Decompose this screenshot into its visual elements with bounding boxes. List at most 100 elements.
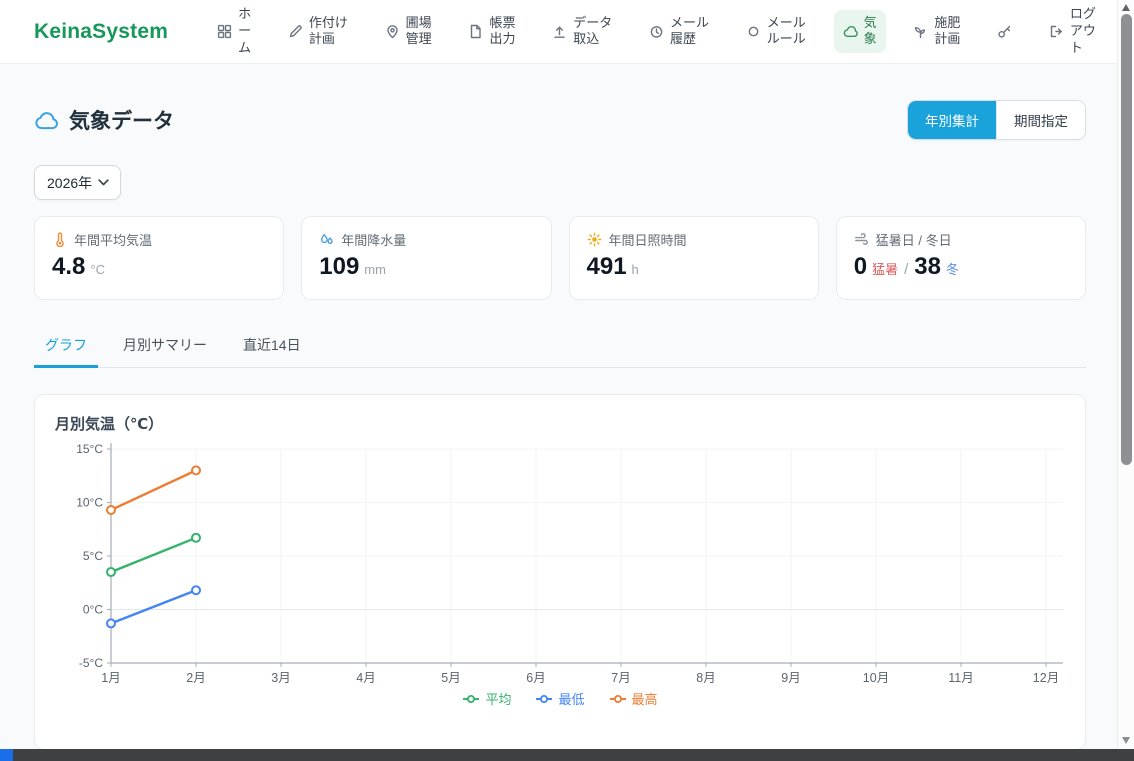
legend-item[interactable]: 最低: [535, 689, 584, 708]
nav-item-label: メール ルール: [767, 15, 806, 49]
view-toggle: 年別集計期間指定: [907, 100, 1086, 140]
svg-text:3月: 3月: [271, 671, 290, 685]
stat-card-rainfall: 年間降水量 109mm: [301, 216, 551, 300]
svg-text:6月: 6月: [526, 671, 545, 685]
scroll-up-arrow[interactable]: [1122, 4, 1130, 11]
droplets-icon: [319, 232, 334, 247]
stat-card-sunshine: 年間日照時間 491h: [569, 216, 819, 300]
chart-title: 月別気温（℃）: [55, 413, 1065, 434]
upload-icon: [552, 24, 567, 39]
history-icon: [649, 24, 664, 39]
svg-text:4月: 4月: [356, 671, 375, 685]
upload-icon: [552, 24, 567, 39]
stat-card-label: 年間降水量: [319, 230, 533, 249]
page-header-row: 気象データ 年別集計期間指定: [34, 100, 1086, 140]
app-logo[interactable]: KeinaSystem: [34, 20, 168, 44]
circle-icon: [746, 24, 761, 39]
chevron-down-icon: [98, 179, 109, 186]
logout-icon: [1049, 24, 1064, 39]
nav-item-report-output[interactable]: 帳票 出力: [459, 10, 524, 54]
legend-marker-icon: [535, 694, 553, 704]
map-pin-icon: [385, 24, 400, 39]
map-pin-icon: [385, 24, 400, 39]
main-content: 気象データ 年別集計期間指定 2026年 年間平均気温 4.8°C 年間降水量 109…: [0, 64, 1117, 749]
nav-item-field-management[interactable]: 圃場 管理: [376, 10, 441, 54]
nav-item-label: メール 履歴: [670, 15, 709, 49]
scroll-down-arrow[interactable]: [1122, 737, 1130, 744]
legend-item[interactable]: 平均: [462, 689, 511, 708]
nav-item-label: 気 象: [864, 15, 877, 49]
year-select[interactable]: 2026年: [34, 165, 121, 200]
stat-card-value: 491h: [587, 253, 801, 281]
file-icon: [468, 24, 483, 39]
view-toggle-button-0[interactable]: 年別集計: [908, 101, 996, 139]
wind-icon: [854, 232, 869, 247]
cloud-icon: [34, 111, 59, 130]
nav-item-label: データ 取込: [573, 15, 612, 49]
bottom-bar: [0, 749, 1134, 761]
nav-item-label: 作付け 計画: [309, 15, 348, 49]
stat-card-label: 年間平均気温: [52, 230, 266, 249]
file-icon: [468, 24, 483, 39]
chart-legend: 平均 最低 最高: [55, 689, 1065, 708]
nav-item-planting-plan[interactable]: 作付け 計画: [279, 10, 357, 54]
logout-icon: [1049, 24, 1064, 39]
tab-bar: グラフ月別サマリー直近14日: [34, 326, 1086, 368]
nav-item-data-import[interactable]: データ 取込: [543, 10, 621, 54]
thermometer-icon: [52, 232, 67, 247]
sun-icon: [587, 232, 602, 247]
thermometer-icon: [52, 232, 67, 247]
nav-item-label: ホ ー ム: [238, 6, 251, 57]
nav-item-label: ログ アウ ト: [1070, 6, 1096, 57]
nav-item-mail-history[interactable]: メール 履歴: [640, 10, 718, 54]
svg-text:15°C: 15°C: [76, 442, 103, 456]
svg-text:8月: 8月: [696, 671, 715, 685]
nav-item-weather[interactable]: 気 象: [834, 10, 886, 54]
wind-icon: [854, 232, 869, 247]
grid-icon: [217, 24, 232, 39]
stat-card-value: 109mm: [319, 253, 533, 281]
circle-icon: [746, 24, 761, 39]
tab-last-14-days[interactable]: 直近14日: [232, 326, 312, 367]
svg-text:7月: 7月: [611, 671, 630, 685]
svg-text:5月: 5月: [441, 671, 460, 685]
svg-text:12月: 12月: [1033, 671, 1059, 685]
tab-monthly-summary[interactable]: 月別サマリー: [112, 326, 218, 367]
legend-marker-icon: [609, 694, 627, 704]
stat-card-label: 猛暑日 / 冬日: [854, 230, 1068, 249]
seedling-icon: [913, 24, 928, 39]
droplets-icon: [319, 232, 334, 247]
nav-item-label: 帳票 出力: [489, 15, 515, 49]
nav-item-fertilizer-plan[interactable]: 施肥 計画: [904, 10, 969, 54]
svg-text:11月: 11月: [948, 671, 973, 685]
cloud-icon: [843, 24, 858, 39]
cloud-icon: [843, 24, 858, 39]
tab-graph[interactable]: グラフ: [34, 326, 98, 368]
legend-item[interactable]: 最高: [609, 689, 658, 708]
view-toggle-button-1[interactable]: 期間指定: [996, 101, 1085, 139]
nav-item-password[interactable]: [988, 19, 1021, 44]
main-nav: ホ ー ム 作付け 計画圃場 管理 帳票 出力 データ 取込 メール 履歴 メール ルール…: [208, 1, 1105, 62]
nav-item-logout[interactable]: ログ アウ ト: [1040, 1, 1105, 62]
stat-cards: 年間平均気温 4.8°C 年間降水量 109mm 年間日照時間 491h 猛暑日 / 冬日 0…: [34, 216, 1086, 300]
page-title: 気象データ: [34, 105, 174, 135]
top-nav-bar: KeinaSystem ホ ー ム 作付け 計画圃場 管理 帳票 出力 データ 取込 メ…: [0, 0, 1117, 64]
monthly-temperature-chart: 15°C10°C5°C0°C-5°C1月2月3月4月5月6月7月8月9月10月1…: [55, 441, 1067, 685]
history-icon: [649, 24, 664, 39]
year-select-value: 2026年: [47, 173, 92, 193]
svg-text:1月: 1月: [101, 671, 120, 685]
svg-text:10月: 10月: [863, 671, 889, 685]
svg-text:9月: 9月: [781, 671, 800, 685]
nav-item-mail-rules[interactable]: メール ルール: [737, 10, 815, 54]
nav-item-label: 施肥 計画: [934, 15, 960, 49]
stat-card-value: 4.8°C: [52, 253, 266, 281]
page-title-text: 気象データ: [69, 105, 174, 135]
grid-icon: [217, 24, 232, 39]
vertical-scrollbar[interactable]: [1117, 0, 1134, 749]
chart-card: 月別気温（℃） 15°C10°C5°C0°C-5°C1月2月3月4月5月6月7月…: [34, 394, 1086, 749]
stat-card-value: 0猛暑/38冬: [854, 253, 1068, 281]
stat-card-label: 年間日照時間: [587, 230, 801, 249]
scrollbar-thumb[interactable]: [1121, 14, 1132, 465]
nav-item-home[interactable]: ホ ー ム: [208, 1, 260, 62]
bottom-bar-accent: [0, 749, 13, 761]
